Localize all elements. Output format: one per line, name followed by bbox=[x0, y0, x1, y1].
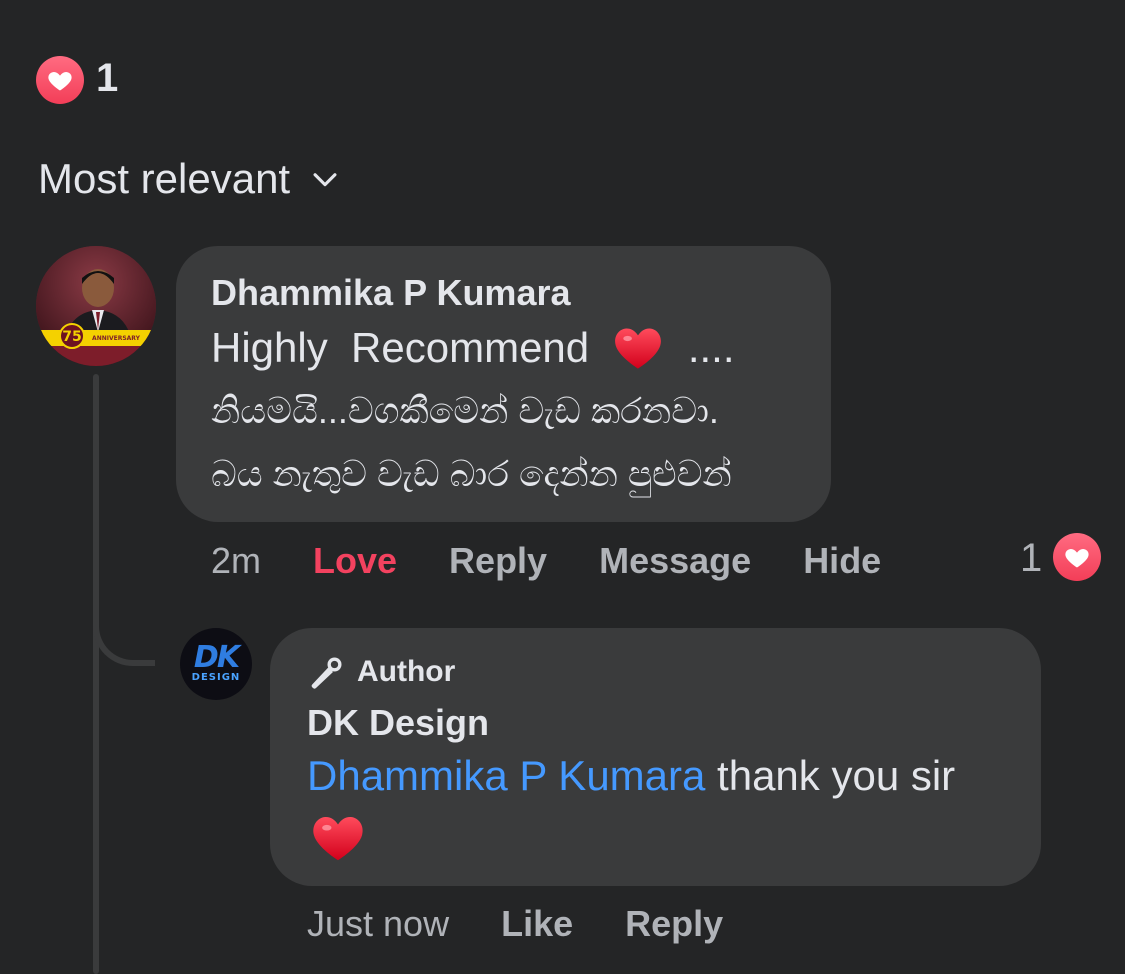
avatar-badge-text: ANNIVERSARY bbox=[92, 335, 141, 342]
svg-text:75: 75 bbox=[62, 329, 81, 345]
red-heart-emoji-icon bbox=[313, 816, 363, 861]
reply-author-name[interactable]: DK Design bbox=[307, 702, 489, 744]
comment-timestamp[interactable]: 2m bbox=[211, 540, 261, 582]
love-button[interactable]: Love bbox=[313, 540, 397, 582]
reply-text-body: thank you sir bbox=[705, 752, 956, 799]
reply-text: Dhammika P Kumara thank you sir bbox=[307, 752, 955, 800]
heart-icon bbox=[1065, 549, 1089, 568]
reply-button[interactable]: Reply bbox=[449, 540, 547, 582]
message-button[interactable]: Message bbox=[599, 540, 751, 582]
hide-button[interactable]: Hide bbox=[803, 540, 881, 582]
avatar-logo-subtext: DESIGN bbox=[191, 672, 241, 683]
chevron-down-icon bbox=[313, 173, 337, 187]
avatar-logo-text: DK bbox=[193, 640, 240, 675]
like-button[interactable]: Like bbox=[501, 903, 573, 945]
comment-author-name[interactable]: Dhammika P Kumara bbox=[211, 272, 571, 314]
reply-actions: Just now Like Reply bbox=[307, 903, 723, 945]
comment-text-line3: බය නැතුව වැඩ බාර දෙන්න පුළුවන් bbox=[211, 453, 732, 494]
thread-line bbox=[93, 374, 99, 974]
heart-icon bbox=[48, 72, 72, 91]
sort-label: Most relevant bbox=[38, 155, 291, 202]
thread-connector bbox=[93, 600, 155, 666]
reply-button[interactable]: Reply bbox=[625, 903, 723, 945]
comment-reaction-count[interactable]: 1 bbox=[1020, 536, 1042, 581]
comment-text-line1: Highly Recommend .... bbox=[211, 322, 735, 374]
mention-link[interactable]: Dhammika P Kumara bbox=[307, 752, 705, 799]
reply-avatar[interactable]: DK DESIGN bbox=[180, 628, 252, 700]
sort-dropdown[interactable]: Most relevant bbox=[38, 155, 342, 203]
comment-text-before: Highly Recommend bbox=[211, 324, 613, 371]
comment-text-line2: නියමයි...වගකීමෙන් වැඩ කරනවා. bbox=[211, 390, 719, 431]
red-heart-emoji-icon bbox=[615, 328, 662, 369]
author-badge-label: Author bbox=[357, 655, 456, 688]
comment-text-after: .... bbox=[664, 324, 735, 371]
author-badge: Author bbox=[307, 652, 455, 692]
avatar[interactable]: 75 ANNIVERSARY bbox=[36, 246, 156, 366]
comment-love-reaction-icon[interactable] bbox=[1053, 533, 1101, 581]
love-reaction-icon[interactable] bbox=[36, 56, 84, 104]
comment-actions: 2m Love Reply Message Hide bbox=[211, 540, 881, 582]
reply-timestamp[interactable]: Just now bbox=[307, 903, 449, 945]
reaction-count[interactable]: 1 bbox=[96, 56, 118, 101]
microphone-icon bbox=[311, 657, 342, 689]
